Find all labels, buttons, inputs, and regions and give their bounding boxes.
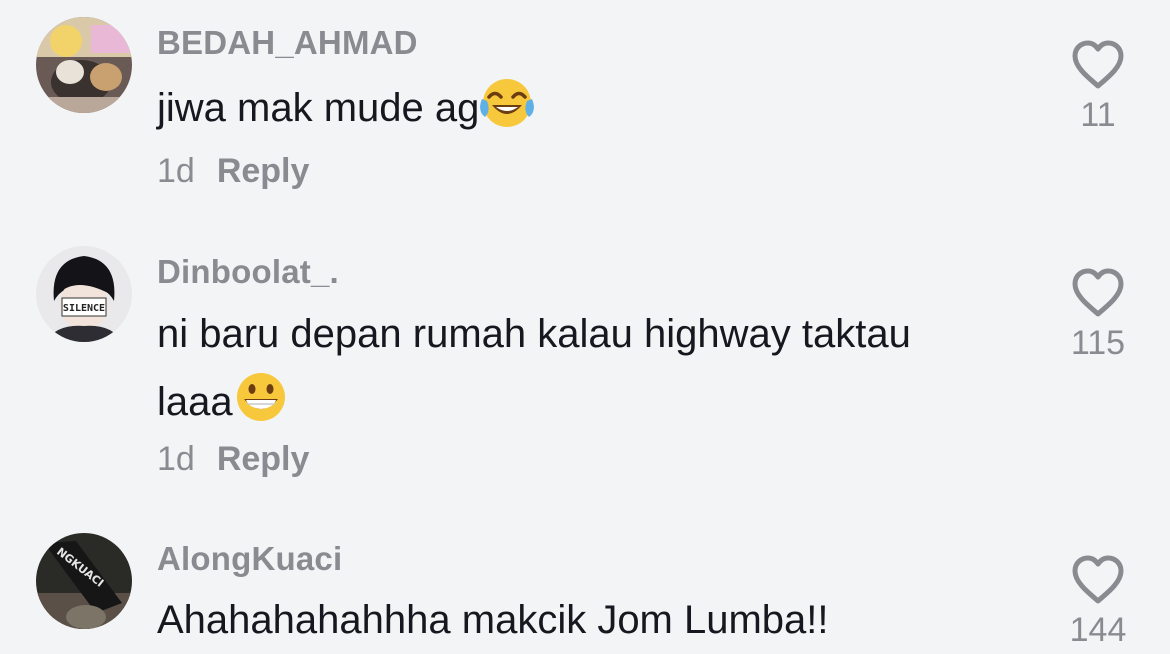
comment-text-line: ni baru depan rumah kalau highway taktau (157, 312, 911, 356)
comment-text-line: laaa (157, 368, 1037, 436)
like-button[interactable]: 115 (1058, 268, 1138, 363)
comment-text: ni baru depan rumah kalau highway taktau… (157, 300, 1037, 436)
like-button[interactable]: 11 (1058, 40, 1138, 135)
reply-button[interactable]: Reply (217, 440, 310, 478)
heart-icon (1072, 40, 1124, 89)
comment-text: jiwa mak mude ag (157, 74, 1037, 142)
reply-button[interactable]: Reply (217, 152, 310, 190)
comment-time: 1d (157, 152, 195, 190)
avatar-text: SILENCE (63, 303, 105, 314)
avatar[interactable]: SILENCE (36, 246, 132, 342)
comment-text-content: jiwa mak mude ag (157, 86, 480, 130)
comment-username[interactable]: BEDAH_AHMAD (157, 24, 418, 62)
like-count: 11 (1080, 96, 1116, 134)
avatar[interactable]: NGKUACI (36, 533, 132, 629)
like-count: 115 (1070, 324, 1126, 362)
like-button[interactable]: 144 (1058, 555, 1138, 650)
like-count: 144 (1069, 611, 1127, 649)
comment-text-content: laaa (157, 380, 233, 424)
comment-username[interactable]: Dinboolat_. (157, 253, 339, 291)
avatar[interactable] (36, 17, 132, 113)
heart-icon (1072, 268, 1124, 317)
comment-meta: 1d Reply (157, 152, 309, 191)
comment-username[interactable]: AlongKuaci (157, 540, 342, 578)
heart-icon (1072, 555, 1124, 604)
tears-of-joy-emoji-icon (479, 77, 535, 129)
comment-text: Ahahahahahhha makcik Jom Lumba!! (157, 598, 829, 642)
comment-meta: 1d Reply (157, 440, 309, 479)
grinning-emoji-icon (233, 371, 289, 423)
comment-time: 1d (157, 440, 195, 478)
